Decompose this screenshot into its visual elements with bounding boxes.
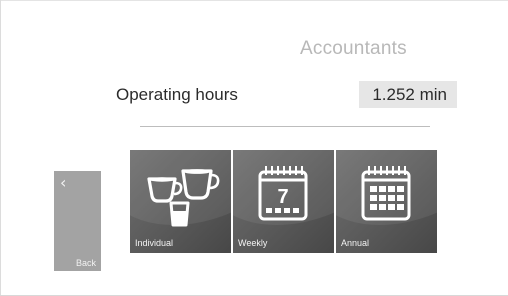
tile-annual[interactable]: Annual <box>336 150 437 253</box>
page-title: Accountants <box>300 38 407 59</box>
top-border <box>0 0 508 1</box>
tile-individual-label: Individual <box>135 238 174 248</box>
back-button-label: Back <box>75 258 96 268</box>
divider <box>140 126 430 127</box>
accountants-screen: Accountants Operating hours 1.252 min ‹ … <box>0 0 508 296</box>
tile-weekly[interactable]: 7 Weekly <box>233 150 334 253</box>
operating-hours-label: Operating hours <box>116 85 238 104</box>
chevron-left-icon: ‹ <box>60 173 67 192</box>
tile-individual[interactable]: Individual <box>130 150 231 253</box>
tile-annual-label: Annual <box>341 238 370 248</box>
tile-weekly-label: Weekly <box>238 238 268 248</box>
back-button[interactable]: ‹ Back <box>54 171 101 271</box>
left-border <box>0 0 1 296</box>
operating-hours-value: 1.252 min <box>359 81 457 108</box>
calendar-day-number: 7 <box>277 186 288 208</box>
